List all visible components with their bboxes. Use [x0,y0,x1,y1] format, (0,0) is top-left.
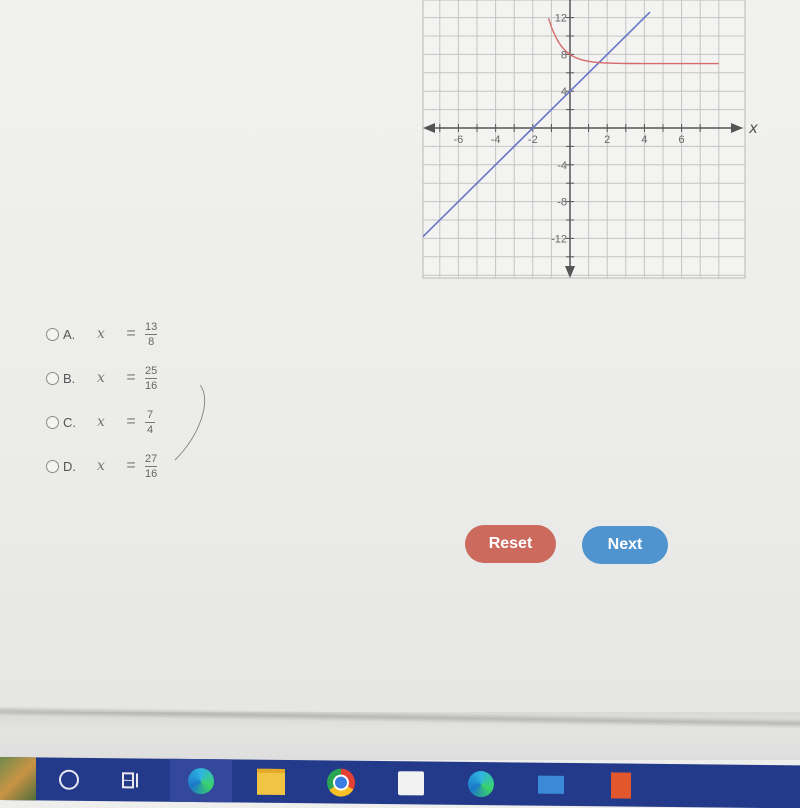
mail-icon [538,775,564,793]
choice-variable: x [97,458,117,474]
task-view-icon [120,769,142,791]
denominator: 8 [148,336,154,348]
choice-letter: C. [63,415,97,430]
answer-choices: A. x = 13 8 B. x = 25 16 C. x = 7 4 D. x [46,312,157,488]
x-tick-label: 4 [641,134,647,146]
file-explorer-icon [257,768,285,794]
taskbar [0,757,800,808]
y-tick-label: -12 [551,233,567,245]
choice-letter: D. [63,459,97,474]
choice-a[interactable]: A. x = 13 8 [46,312,157,356]
graph: -6-4-22461284-4-8-12x [420,0,760,290]
fraction: 25 16 [145,365,157,392]
radio-c[interactable] [46,416,59,429]
edge-icon [468,770,494,796]
office-button[interactable] [590,763,652,807]
y-tick-label: -8 [557,197,567,209]
choice-letter: A. [63,327,97,342]
fraction-bar [145,378,157,379]
choice-letter: B. [63,371,97,386]
choice-c[interactable]: C. x = 7 4 [46,400,157,444]
grid [423,0,745,278]
y-tick-label: -4 [557,160,567,172]
x-tick-label: 6 [679,134,685,146]
chrome-icon [327,768,355,796]
radio-d[interactable] [46,460,59,473]
equals-sign: = [117,325,145,343]
denominator: 4 [147,424,153,436]
fraction: 27 16 [145,453,157,480]
file-explorer-button[interactable] [240,760,302,804]
fraction-bar [145,334,157,335]
search-icon [59,769,79,789]
x-tick-label: -2 [528,134,538,146]
x-axis-label: x [748,119,758,137]
chrome-button[interactable] [310,760,372,804]
fraction: 7 4 [145,409,155,436]
x-tick-label: -6 [454,134,464,146]
next-button[interactable]: Next [582,526,668,564]
fraction-bar [145,466,157,467]
numerator: 27 [145,453,157,465]
y-tick-label: 12 [555,13,567,25]
fraction-bar [145,422,155,423]
numerator: 7 [147,409,153,421]
pen-mark [160,380,220,470]
denominator: 16 [145,380,157,392]
edge-button-2[interactable] [450,762,512,806]
store-button[interactable] [380,761,442,805]
edge-button[interactable] [170,759,232,803]
fraction: 13 8 [145,321,157,348]
store-icon [398,771,424,795]
numerator: 25 [145,365,157,377]
choice-variable: x [97,370,117,386]
choice-variable: x [97,414,117,430]
plot-area [423,0,745,278]
equals-sign: = [117,457,145,475]
radio-a[interactable] [46,328,59,341]
choice-variable: x [97,326,117,342]
numerator: 13 [145,321,157,333]
equals-sign: = [117,369,145,387]
search-button[interactable] [38,757,100,801]
radio-b[interactable] [46,372,59,385]
denominator: 16 [145,468,157,480]
equals-sign: = [117,413,145,431]
x-tick-label: -4 [491,134,501,146]
task-view-button[interactable] [100,758,162,802]
x-tick-label: 2 [604,134,610,146]
choice-b[interactable]: B. x = 25 16 [46,356,157,400]
choice-d[interactable]: D. x = 27 16 [46,444,157,488]
office-icon [611,772,631,798]
reset-button[interactable]: Reset [465,525,556,563]
start-thumbnail[interactable] [0,757,36,800]
edge-icon [188,767,214,793]
